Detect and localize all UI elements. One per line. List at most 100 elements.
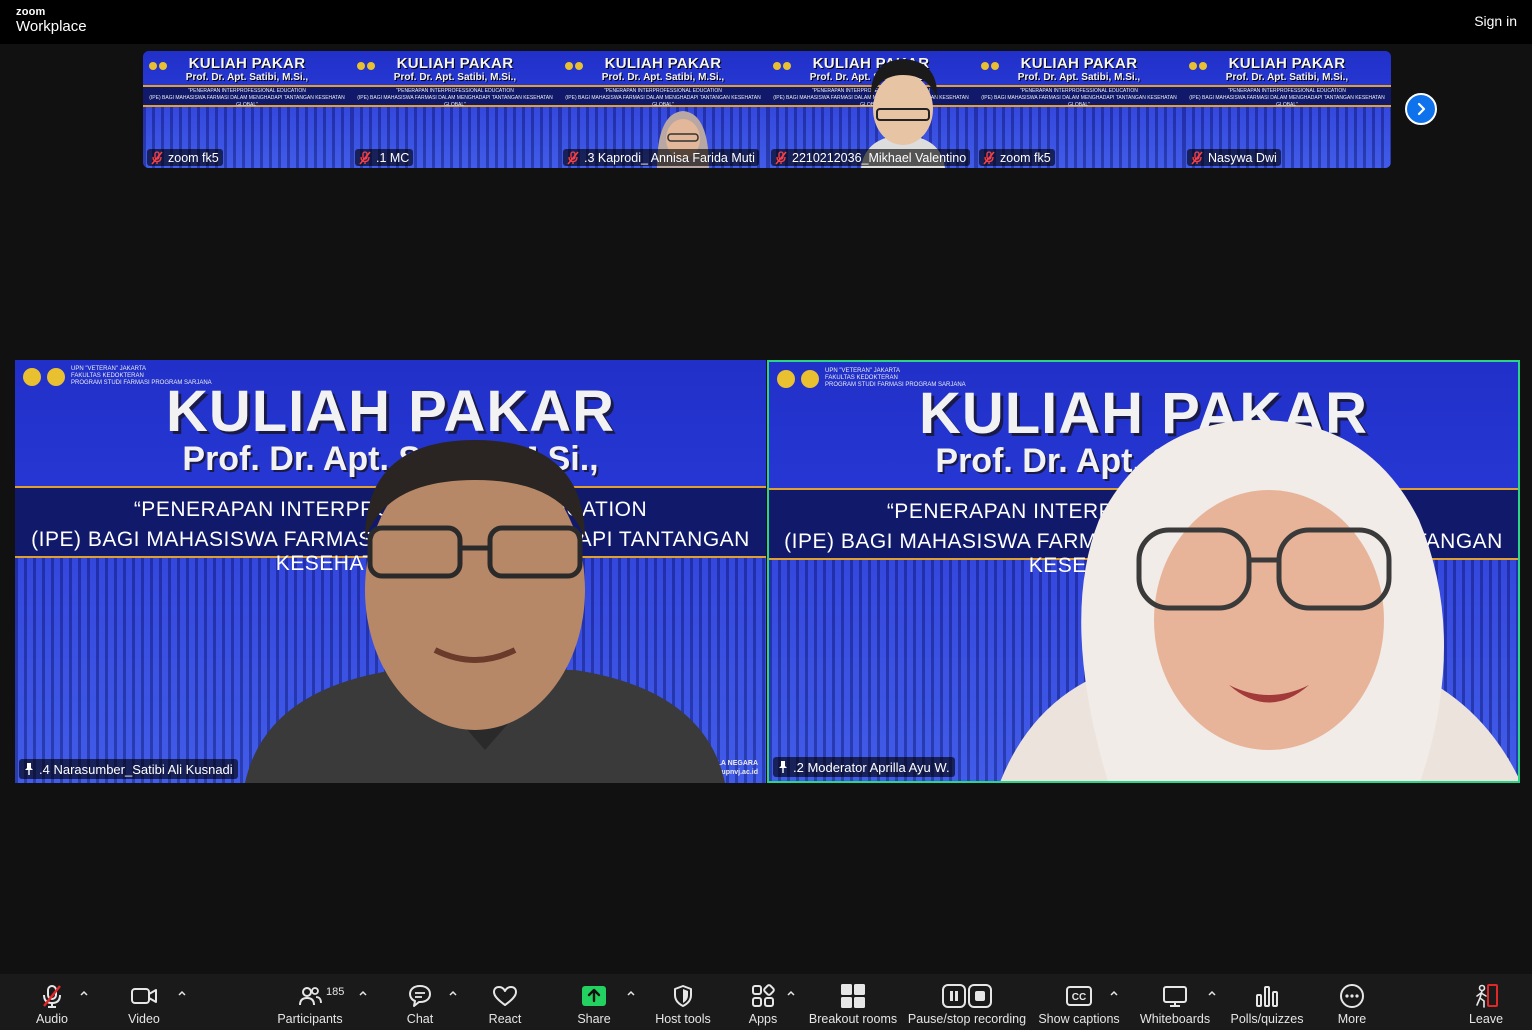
video-tile-moderator[interactable]: UPN "VETERAN" JAKARTA FAKULTAS KEDOKTERAN… — [767, 360, 1520, 783]
whiteboards-options-caret-icon[interactable] — [1207, 988, 1217, 998]
show-captions-button[interactable]: CC Show captions — [1036, 974, 1122, 1030]
participant-name-label: zoom fk5 — [147, 149, 223, 166]
pause-stop-recording-button[interactable]: Pause/stop recording — [906, 974, 1028, 1030]
video-label: Video — [128, 1012, 160, 1026]
whiteboards-button[interactable]: Whiteboards — [1138, 974, 1212, 1030]
audio-button[interactable]: Audio — [30, 974, 74, 1030]
polls-quizzes-label: Polls/quizzes — [1230, 1012, 1304, 1026]
chat-icon — [409, 985, 431, 1007]
slide-topic-line-2: (IPE) BAGI MAHASISWA FARMASI DALAM MENGH… — [1189, 95, 1385, 108]
whiteboards-label: Whiteboards — [1139, 1012, 1211, 1026]
gallery-tile[interactable]: KULIAH PAKAR Prof. Dr. Apt. Satibi, M.Si.… — [975, 51, 1183, 168]
microphone-muted-icon — [775, 150, 787, 164]
participant-name: .4 Narasumber_Satibi Ali Kusnadi — [39, 761, 233, 777]
slide-topic-line-1: “PENERAPAN INTERPROFESSIONAL EDUCATION — [396, 88, 514, 94]
slide-speaker: Prof. Dr. Apt. Satibi, M.Si., — [1017, 72, 1141, 83]
pin-icon — [25, 763, 33, 775]
host-tools-button[interactable]: Host tools — [654, 974, 712, 1030]
breakout-rooms-icon — [841, 984, 865, 1008]
slide-topic-line-1: “PENERAPAN INTERPROFESSIONAL EDUCATION — [188, 88, 306, 94]
share-options-caret-icon[interactable] — [626, 988, 636, 998]
microphone-muted-icon — [567, 150, 579, 164]
slide-title: KULIAH PAKAR — [396, 55, 514, 72]
polls-icon — [1256, 986, 1278, 1007]
participants-options-caret-icon[interactable] — [358, 988, 368, 998]
chat-button[interactable]: Chat — [400, 974, 440, 1030]
slide-speaker: Prof. Dr. Apt. Satibi, M.Si., — [601, 72, 725, 83]
apps-button[interactable]: Apps — [742, 974, 784, 1030]
brand-workplace-text: Workplace — [16, 18, 87, 35]
audio-label: Audio — [36, 1012, 68, 1026]
slide-topic: “PENERAPAN INTERPROFESSIONAL EDUCATION (I… — [351, 88, 559, 109]
more-button[interactable]: More — [1330, 974, 1374, 1030]
whiteboard-icon — [1163, 986, 1187, 1007]
camera-icon — [131, 988, 157, 1004]
react-label: React — [488, 1012, 522, 1026]
chevron-right-icon — [1417, 102, 1426, 116]
apps-options-caret-icon[interactable] — [786, 988, 796, 998]
share-screen-icon — [582, 986, 606, 1006]
share-label: Share — [577, 1012, 611, 1026]
react-button[interactable]: React — [484, 974, 526, 1030]
slide-topic-line-1: “PENERAPAN INTERPROFESSIONAL EDUCATION — [604, 88, 722, 94]
slide-topic: “PENERAPAN INTERPROFESSIONAL EDUCATION (I… — [1183, 88, 1391, 109]
polls-quizzes-button[interactable]: Polls/quizzes — [1228, 974, 1306, 1030]
slide-speaker: Prof. Dr. Apt. Satibi, M.Si., — [185, 72, 309, 83]
gallery-tile[interactable]: KULIAH PAKAR Prof. Dr. Apt. Satibi, M.Si.… — [1183, 51, 1391, 168]
slide-title: KULIAH PAKAR — [604, 55, 722, 72]
sign-in-link[interactable]: Sign in — [1474, 13, 1517, 29]
video-options-caret-icon[interactable] — [177, 988, 187, 998]
more-label: More — [1337, 1012, 1367, 1026]
gallery-strip: KULIAH PAKAR Prof. Dr. Apt. Satibi, M.Si.… — [143, 51, 1391, 168]
participant-name-label: 2210212036_Mikhael Valentino — [771, 149, 971, 166]
participant-name: zoom fk5 — [168, 150, 219, 165]
slide-topic-line-1: “PENERAPAN INTERPROFESSIONAL EDUCATION — [1020, 88, 1138, 94]
brand-zoom-text: zoom — [16, 6, 46, 18]
slide-speaker: Prof. Dr. Apt. Satibi, M.Si., — [1225, 72, 1349, 83]
participants-button[interactable]: Participants — [276, 974, 344, 1030]
microphone-muted-icon — [1191, 150, 1203, 164]
apps-icon — [752, 984, 775, 1007]
gallery-next-button[interactable] — [1405, 93, 1437, 125]
participant-name: Nasywa Dwi — [1208, 150, 1277, 165]
video-button[interactable]: Video — [122, 974, 166, 1030]
header-line-1: UPN "VETERAN" JAKARTA — [71, 366, 147, 372]
more-icon — [1340, 984, 1364, 1008]
participants-label: Participants — [277, 1012, 343, 1026]
heart-icon — [493, 986, 517, 1006]
gallery-tile[interactable]: KULIAH PAKAR Prof. Dr. Apt. Satibi, M.Si.… — [767, 51, 975, 168]
microphone-muted-icon — [151, 150, 163, 164]
participant-name: .2 Moderator Aprilla Ayu W. — [793, 759, 950, 775]
leave-button[interactable]: Leave — [1466, 974, 1506, 1030]
audio-options-caret-icon[interactable] — [79, 988, 89, 998]
leave-door-icon — [1476, 984, 1498, 1008]
slide-topic-line-2: (IPE) BAGI MAHASISWA FARMASI DALAM MENGH… — [981, 95, 1177, 108]
slide-title: KULIAH PAKAR — [1228, 55, 1346, 72]
participant-name-label: .1 MC — [355, 149, 414, 166]
participant-name-label: Nasywa Dwi — [1187, 149, 1281, 166]
gallery-tile[interactable]: KULIAH PAKAR Prof. Dr. Apt. Satibi, M.Si.… — [143, 51, 351, 168]
top-bar: zoom Workplace Sign in — [0, 0, 1532, 44]
pin-icon — [779, 761, 787, 773]
leave-label: Leave — [1468, 1012, 1504, 1026]
participant-name-label: .4 Narasumber_Satibi Ali Kusnadi — [19, 759, 238, 779]
chat-options-caret-icon[interactable] — [448, 988, 458, 998]
gallery-tile[interactable]: KULIAH PAKAR Prof. Dr. Apt. Satibi, M.Si.… — [559, 51, 767, 168]
captions-options-caret-icon[interactable] — [1109, 988, 1119, 998]
meeting-toolbar: Audio Video Participants 185 Chat React … — [0, 974, 1532, 1030]
breakout-rooms-button[interactable]: Breakout rooms — [808, 974, 898, 1030]
slide-speaker: Prof. Dr. Apt. Satibi, M.Si., — [393, 72, 517, 83]
pause-stop-recording-icon — [942, 984, 992, 1008]
participant-video-feed — [1000, 420, 1518, 781]
share-button[interactable]: Share — [574, 974, 614, 1030]
slide-topic-line-2: (IPE) BAGI MAHASISWA FARMASI DALAM MENGH… — [357, 95, 553, 108]
video-tile-speaker[interactable]: UPN "VETERAN" JAKARTA FAKULTAS KEDOKTERAN… — [15, 360, 766, 783]
microphone-muted-icon — [983, 150, 995, 164]
participant-name: .3 Kaprodi_ Annisa Farida Muti — [584, 150, 755, 165]
participant-name: zoom fk5 — [1000, 150, 1051, 165]
gallery-tile[interactable]: KULIAH PAKAR Prof. Dr. Apt. Satibi, M.Si.… — [351, 51, 559, 168]
microphone-muted-icon — [43, 985, 61, 1008]
participants-icon — [299, 987, 322, 1006]
host-tools-label: Host tools — [655, 1012, 711, 1026]
participant-name: .1 MC — [376, 150, 410, 165]
